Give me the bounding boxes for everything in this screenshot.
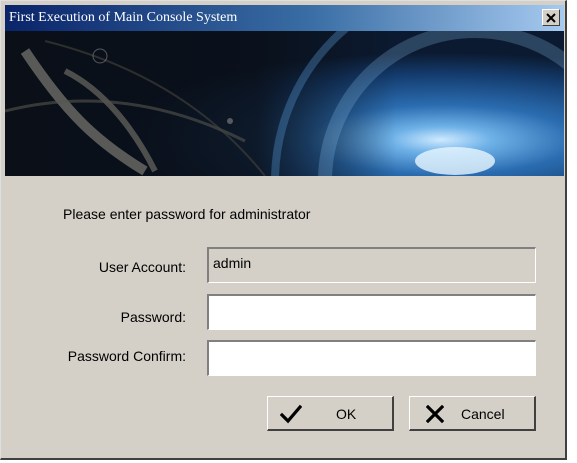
dialog-window: First Execution of Main Console System P…: [0, 0, 567, 460]
user-account-label: User Account:: [98, 259, 186, 275]
ok-button-label: OK: [336, 406, 357, 422]
cancel-button-label: Cancel: [461, 406, 505, 422]
password-label: Password:: [120, 309, 186, 325]
instruction-text: Please enter password for administrator: [63, 206, 311, 222]
password-confirm-input[interactable]: [207, 340, 536, 376]
checkmark-icon: [279, 404, 303, 427]
ok-button[interactable]: OK: [267, 396, 394, 431]
window-title: First Execution of Main Console System: [9, 10, 238, 25]
user-account-field: admin: [207, 247, 536, 283]
user-account-value: admin: [213, 255, 252, 271]
password-input[interactable]: [207, 294, 536, 330]
x-mark-icon: [425, 404, 445, 426]
title-bar[interactable]: First Execution of Main Console System: [5, 5, 564, 31]
cancel-button[interactable]: Cancel: [409, 396, 536, 431]
header-banner-image: [5, 31, 564, 176]
password-confirm-label: Password Confirm:: [67, 348, 186, 364]
close-button[interactable]: [542, 9, 560, 26]
close-icon: [546, 12, 556, 23]
